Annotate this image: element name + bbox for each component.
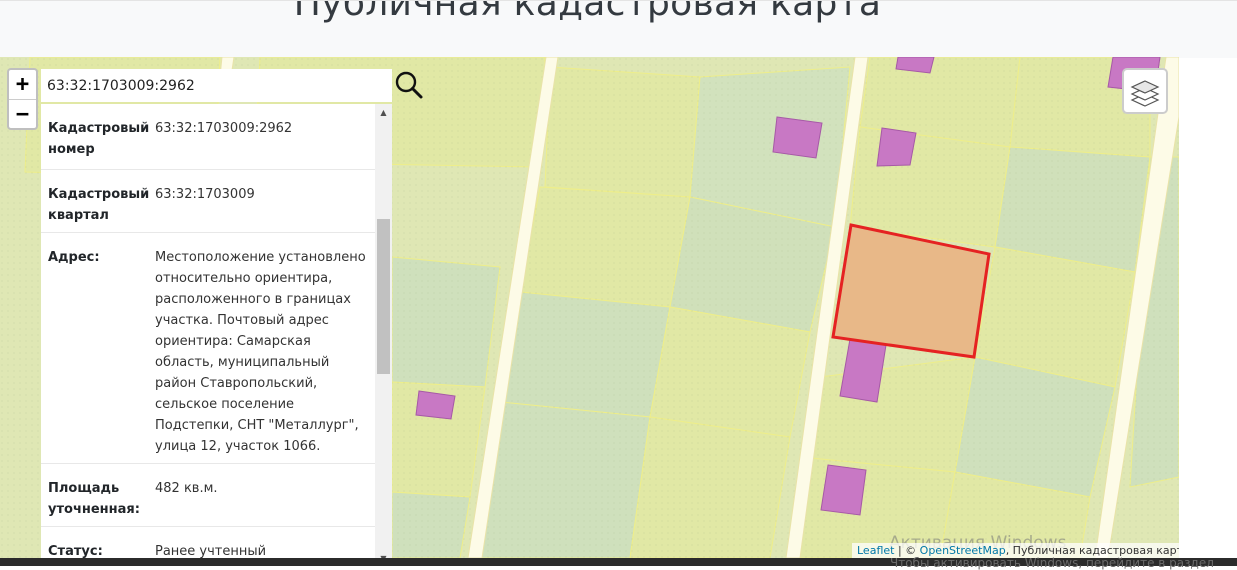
info-label: Адрес: [48, 250, 100, 265]
layers-button[interactable] [1122, 68, 1168, 114]
zoom-control: + − [7, 68, 38, 130]
scroll-thumb[interactable] [377, 219, 390, 374]
building [820, 464, 867, 516]
building [415, 390, 456, 420]
parcel-info-panel[interactable]: Кадастровый номер 63:32:1703009:2962 Кад… [41, 104, 392, 566]
windows-activation-hint: Чтобы активировать Windows, перейдите в … [890, 556, 1214, 570]
info-row-cadastral-number: Кадастровый номер 63:32:1703009:2962 [41, 104, 375, 170]
search-box [41, 69, 423, 102]
layers-icon [1130, 80, 1160, 107]
search-icon [395, 71, 423, 99]
info-value: Местоположение установлено относительно … [155, 250, 366, 454]
info-row-area: Площадь уточненная: 482 кв.м. [41, 464, 375, 527]
leaflet-link[interactable]: Leaflet [857, 544, 894, 557]
info-row-cadastral-quarter: Кадастровый квартал 63:32:1703009 [41, 170, 375, 233]
taskbar-strip: Чтобы активировать Windows, перейдите в … [0, 556, 1237, 570]
info-value: 482 кв.м. [155, 481, 218, 496]
page-title: Публичная кадастровая карта [293, 0, 882, 24]
info-label: Кадастровый номер [48, 121, 150, 157]
info-value: 63:32:1703009:2962 [155, 121, 293, 136]
cadastral-search-input[interactable] [41, 69, 355, 102]
zoom-in-button[interactable]: + [9, 70, 36, 100]
building [772, 116, 823, 159]
zoom-out-button[interactable]: − [9, 100, 36, 129]
info-label: Кадастровый квартал [48, 187, 150, 223]
info-value: 63:32:1703009 [155, 187, 255, 202]
page-margin [1179, 484, 1237, 558]
search-button[interactable] [394, 70, 424, 100]
info-row-address: Адрес: Местоположение установлено относи… [41, 233, 375, 464]
page-header: Публичная кадастровая карта [0, 0, 1237, 58]
info-table: Кадастровый номер 63:32:1703009:2962 Кад… [41, 104, 375, 566]
scroll-up-arrow-icon[interactable]: ▲ [375, 104, 392, 121]
info-scrollbar[interactable]: ▲ ▼ [375, 104, 392, 566]
building [876, 127, 917, 167]
info-label: Площадь уточненная: [48, 481, 140, 517]
